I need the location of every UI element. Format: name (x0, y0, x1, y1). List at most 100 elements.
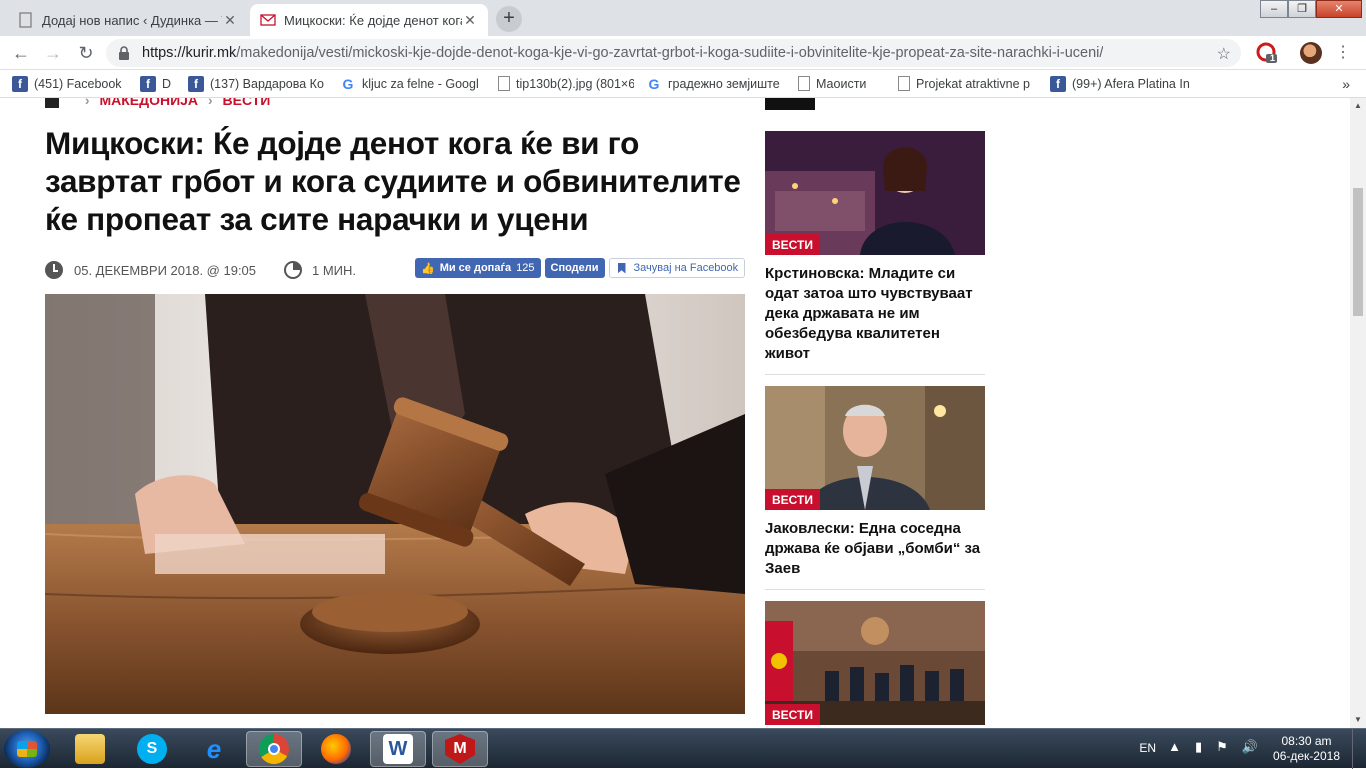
sidebar-card[interactable]: ВЕСТИ Крстиновска: Младите си одат затоа… (765, 131, 985, 375)
clock-time: 08:30 am (1281, 734, 1332, 748)
bookmark-item[interactable]: G kljuc za felne - Googl (340, 76, 486, 92)
article-hero-image (45, 294, 745, 714)
sidebar-top-divider (765, 98, 815, 110)
maximize-icon[interactable]: ❐ (1288, 0, 1316, 18)
forward-arrow-icon[interactable]: → (42, 42, 64, 64)
facebook-icon: f (12, 75, 28, 92)
bookmark-label: Projekat atraktivne p (916, 76, 1030, 91)
breadcrumb: › МАКЕДОНИЈА › ВЕСТИ (45, 98, 271, 109)
bookmark-label: (99+) Afera Platina In (1072, 76, 1190, 91)
mail-envelope-icon (260, 12, 276, 28)
taskbar-mcafee[interactable]: M (432, 731, 488, 767)
bookmark-item[interactable]: f (137) Вардарова Ко (188, 75, 328, 92)
address-bar[interactable]: https://kurir.mk /makedonija/vesti/micko… (106, 39, 1241, 67)
scroll-up-icon[interactable]: ▲ (1350, 98, 1366, 114)
tab-close-icon[interactable]: ✕ (462, 12, 478, 28)
bookmarks-overflow-icon[interactable]: » (1342, 76, 1350, 92)
card-title[interactable]: Јаковлески: Една соседна држава ќе објав… (765, 519, 985, 590)
sidebar-card[interactable]: ВЕСТИ Јаковлески: Една соседна држава ќе… (765, 386, 985, 590)
taskbar-skype[interactable]: S (124, 731, 180, 767)
taskbar-word[interactable]: W (370, 731, 426, 767)
breadcrumb-macedonia[interactable]: МАКЕДОНИЈА (99, 98, 198, 108)
clock-icon (45, 261, 63, 279)
save-label: Зачувај на Facebook (633, 262, 739, 274)
bookmark-item[interactable]: f (99+) Afera Platina In (1050, 75, 1190, 92)
taskbar-internet-explorer[interactable]: e (186, 731, 242, 767)
thumbs-up-icon: 👍 (421, 262, 435, 275)
scrollbar-thumb[interactable] (1353, 188, 1363, 316)
tab-wordpress[interactable]: Додај нов напис ‹ Дудинка — W ✕ (8, 4, 248, 36)
category-tag[interactable]: ВЕСТИ (765, 489, 820, 510)
skype-icon: S (137, 734, 167, 764)
facebook-save-button[interactable]: Зачувај на Facebook (608, 258, 746, 278)
breadcrumb-news[interactable]: ВЕСТИ (223, 98, 271, 108)
page-viewport: › МАКЕДОНИЈА › ВЕСТИ Мицкоски: Ќе дојде … (0, 98, 1350, 728)
document-icon (898, 76, 910, 91)
firefox-icon (321, 734, 351, 764)
google-icon: G (648, 75, 660, 92)
bookmark-item[interactable]: tip130b(2).jpg (801×6 (498, 76, 634, 91)
page-scrollbar[interactable]: ▲ ▼ (1350, 98, 1366, 728)
url-host: https://kurir.mk (142, 45, 237, 61)
tab-kurir-article[interactable]: Мицкоски: Ќе дојде денот кога ✕ (250, 4, 488, 36)
window-controls: – ❐ ✕ (1260, 0, 1362, 18)
article-headline: Мицкоски: Ќе дојде денот кога ќе ви го з… (45, 125, 741, 237)
taskbar-chrome[interactable] (246, 731, 302, 767)
document-icon (798, 76, 810, 91)
window-close-icon[interactable]: ✕ (1316, 0, 1362, 18)
bookmarks-bar: f (451) Facebook f D f (137) Вардарова К… (0, 70, 1366, 98)
show-hidden-icons-icon[interactable]: ▲ (1168, 739, 1181, 755)
bookmark-label: D (162, 76, 172, 91)
back-arrow-icon[interactable]: ← (10, 42, 32, 64)
show-desktop-button[interactable] (1352, 729, 1366, 769)
card-thumbnail[interactable]: ВЕСТИ (765, 601, 985, 725)
bookmark-star-icon[interactable]: ☆ (1217, 44, 1231, 64)
like-label: Ми се допаѓа (439, 262, 512, 274)
card-thumbnail[interactable]: ВЕСТИ (765, 386, 985, 510)
profile-avatar[interactable] (1300, 42, 1322, 64)
volume-icon[interactable]: 🔊 (1242, 739, 1258, 755)
bookmark-item[interactable]: Маоисти (798, 76, 886, 91)
publish-date: 05. ДЕКЕМВРИ 2018. @ 19:05 (74, 262, 257, 278)
tab-close-icon[interactable]: ✕ (222, 12, 238, 28)
url-path: /makedonija/vesti/mickoski-kje-dojde-den… (236, 45, 1104, 61)
bookmark-label: градежно земјиште (668, 76, 780, 91)
bookmark-item[interactable]: f (451) Facebook (12, 75, 128, 92)
start-button[interactable] (4, 730, 50, 768)
extension-badge: 1 (1270, 53, 1276, 63)
system-clock[interactable]: 08:30 am 06-дек-2018 (1273, 734, 1340, 764)
card-thumbnail[interactable]: ВЕСТИ (765, 131, 985, 255)
category-tag[interactable]: ВЕСТИ (765, 234, 820, 255)
facebook-share-button[interactable]: Сподели (544, 258, 605, 278)
sidebar-card[interactable]: ВЕСТИ (765, 601, 985, 725)
bookmark-label: kljuc za felne - Googl (362, 76, 479, 91)
language-indicator[interactable]: EN (1139, 741, 1156, 755)
bookmark-item[interactable]: f D (140, 75, 176, 92)
network-signal-icon[interactable]: ▮ (1195, 739, 1202, 755)
word-icon: W (383, 734, 413, 764)
opera-extension-icon[interactable]: 1 (1256, 42, 1278, 64)
minimize-icon[interactable]: – (1260, 0, 1288, 18)
category-tag[interactable]: ВЕСТИ (765, 704, 820, 725)
browser-toolbar: ← → ↻ https://kurir.mk /makedonija/vesti… (0, 36, 1366, 70)
taskbar-explorer[interactable] (62, 731, 118, 767)
facebook-buttons: 👍 Ми се допаѓа 125 Сподели Зачувај на Fa… (415, 258, 746, 278)
card-title[interactable]: Крстиновска: Младите си одат затоа што ч… (765, 264, 985, 375)
wordpress-page-icon (18, 12, 34, 28)
taskbar-firefox[interactable] (308, 731, 364, 767)
home-icon[interactable] (45, 98, 59, 109)
facebook-like-button[interactable]: 👍 Ми се допаѓа 125 (415, 258, 541, 278)
bookmark-icon (617, 262, 626, 274)
bookmark-label: (137) Вардарова Ко (210, 76, 324, 91)
bookmark-label: (451) Facebook (34, 76, 122, 91)
share-label: Сподели (550, 262, 599, 274)
new-tab-button[interactable]: + (496, 6, 522, 32)
bookmark-item[interactable]: G градежно земјиште (646, 76, 786, 92)
reload-icon[interactable]: ↻ (75, 42, 97, 64)
tab-title: Мицкоски: Ќе дојде денот кога (284, 12, 462, 28)
bookmark-item[interactable]: Projekat atraktivne p (898, 76, 1038, 91)
action-center-flag-icon[interactable]: ⚑ (1216, 739, 1228, 755)
menu-kebab-icon[interactable]: ⋮ (1332, 42, 1354, 64)
facebook-icon: f (140, 75, 156, 92)
scroll-down-icon[interactable]: ▼ (1350, 712, 1366, 728)
